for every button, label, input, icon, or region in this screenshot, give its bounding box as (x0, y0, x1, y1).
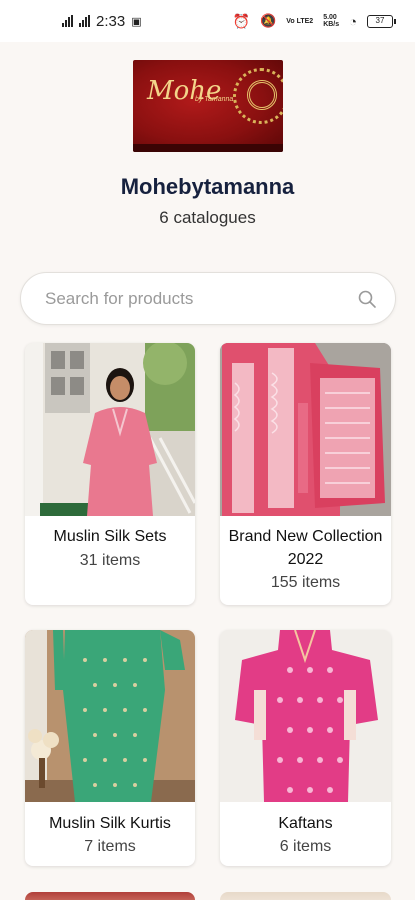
catalogue-card-muslin-silk-kurtis[interactable]: Muslin Silk Kurtis 7 items (25, 630, 195, 866)
catalogue-image (220, 630, 391, 802)
signal-icon (62, 15, 73, 27)
speed-readout: 5.00 KB/s (323, 14, 340, 28)
search-input[interactable] (45, 287, 345, 311)
volte-label: Vo LTE2 (286, 17, 314, 25)
logo-ornament-inner (247, 80, 277, 110)
notification-icon: ▣ (131, 15, 142, 28)
catalogue-count: 6 catalogues (159, 208, 256, 227)
catalogue-title: Brand New Collection 2022 (228, 528, 383, 568)
logo-strip (133, 144, 283, 152)
catalogue-item-count: 6 items (279, 838, 332, 855)
logo-subtext: by Tamanna (195, 96, 234, 103)
catalogue-title: Kaftans (278, 815, 333, 832)
catalogue-item-count: 31 items (79, 552, 141, 569)
catalogue-card-kaftans[interactable]: Kaftans 6 items (220, 630, 391, 866)
alarm-icon: ⏰ (232, 12, 251, 29)
search-icon[interactable] (357, 289, 377, 309)
search-bar[interactable] (20, 272, 396, 325)
catalogue-card-muslin-silk-sets[interactable]: Muslin Silk Sets 31 items (25, 343, 195, 605)
catalogue-image (220, 343, 391, 516)
catalogue-card-peek[interactable] (25, 892, 195, 900)
store-logo: Mohe by Tamanna (133, 60, 283, 152)
wifi-icon: ◔ (349, 13, 357, 29)
mute-icon: 🔕 (260, 13, 277, 28)
battery-icon: 37 (367, 14, 396, 28)
catalogue-image (25, 630, 195, 802)
signal-icon-2 (79, 15, 90, 27)
catalogue-item-count: 155 items (270, 574, 341, 591)
catalogue-title: Muslin Silk Kurtis (49, 815, 171, 832)
status-time: 2:33 (96, 12, 126, 30)
status-right: ⏰ 🔕 Vo LTE2 5.00 KB/s ◔ 37 (232, 12, 396, 30)
status-bar: 2:33 ▣ ⏰ 🔕 Vo LTE2 5.00 KB/s ◔ 37 (0, 0, 415, 42)
catalogue-title: Muslin Silk Sets (53, 528, 167, 545)
catalogue-image (25, 343, 195, 516)
status-left: 2:33 ▣ (62, 13, 142, 30)
catalogue-card-peek-2[interactable] (220, 892, 391, 900)
catalogue-card-brand-new-collection-2022[interactable]: Brand New Collection 2022 155 items (220, 343, 391, 605)
store-name: Mohebytamanna (120, 174, 295, 199)
catalogue-item-count: 7 items (84, 838, 136, 855)
